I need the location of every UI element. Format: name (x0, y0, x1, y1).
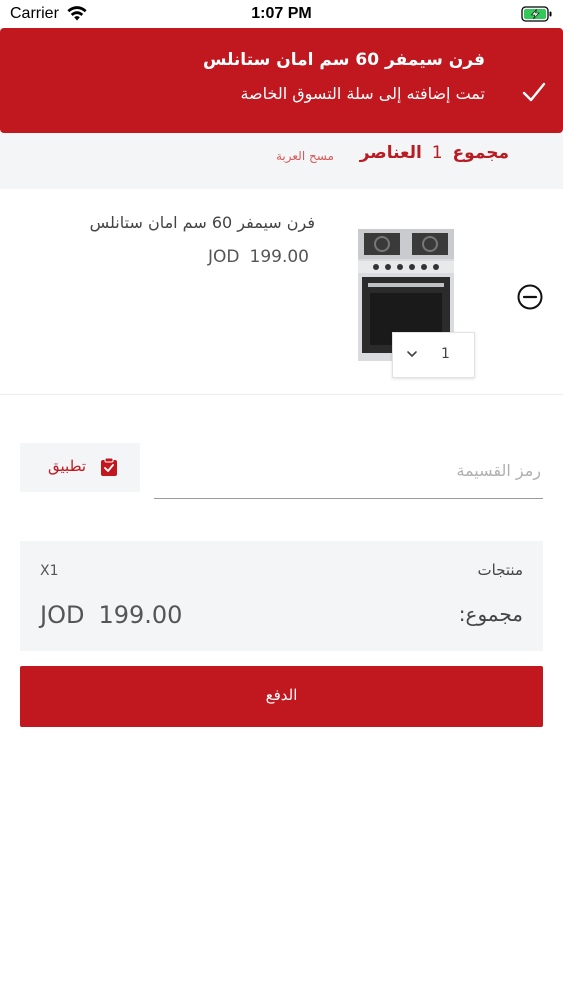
product-price-value: 199.00 (249, 247, 309, 267)
item-divider (0, 394, 563, 395)
added-to-cart-banner[interactable]: فرن سيمفر 60 سم امان ستانلس تمت إضافته إ… (0, 28, 563, 133)
quantity-selector[interactable]: 1 (392, 332, 475, 378)
items-label: العناصر (359, 143, 422, 163)
cart-total-count: مجموع 1 العناصر (360, 143, 509, 163)
item-count: 1 (431, 143, 443, 163)
product-price: JOD 199.00 (208, 247, 309, 267)
pay-button[interactable]: الدفع (20, 666, 543, 727)
apply-label: تطبيق (48, 458, 87, 475)
total-label: مجموع (452, 143, 509, 163)
banner-subtitle: تمت إضافته إلى سلة التسوق الخاصة (240, 84, 485, 103)
clear-cart-link[interactable]: مسح العربة (276, 149, 334, 163)
product-name[interactable]: فرن سيمفر 60 سم امان ستانلس (90, 213, 315, 232)
battery-charging-icon (521, 6, 553, 26)
order-summary: منتجات X1 مجموع: JOD 199.00 (20, 541, 543, 651)
total-currency: JOD (40, 601, 85, 629)
total-amount: JOD 199.00 (40, 601, 182, 629)
products-label: منتجات (477, 561, 523, 579)
total-value: 199.00 (98, 601, 183, 629)
clipboard-check-icon (101, 457, 117, 476)
pay-label: الدفع (265, 687, 298, 704)
banner-title: فرن سيمفر 60 سم امان ستانلس (202, 50, 485, 70)
clock-label: 1:07 PM (251, 5, 312, 22)
coupon-code-input[interactable] (154, 443, 543, 499)
cart-item: فرن سيمفر 60 سم امان ستانلس JOD 199.00 (0, 189, 563, 394)
remove-item-button[interactable] (516, 283, 544, 311)
products-quantity: X1 (40, 563, 59, 579)
checkmark-icon (522, 82, 546, 102)
product-currency: JOD (208, 247, 240, 267)
cart-summary-header: مجموع 1 العناصر مسح العربة (0, 133, 563, 189)
chevron-down-icon (407, 351, 417, 357)
quantity-value: 1 (441, 346, 450, 362)
total-label: مجموع: (458, 602, 523, 626)
apply-coupon-button[interactable]: تطبيق (20, 443, 140, 492)
status-bar: Carrier 1:07 PM (0, 0, 563, 28)
